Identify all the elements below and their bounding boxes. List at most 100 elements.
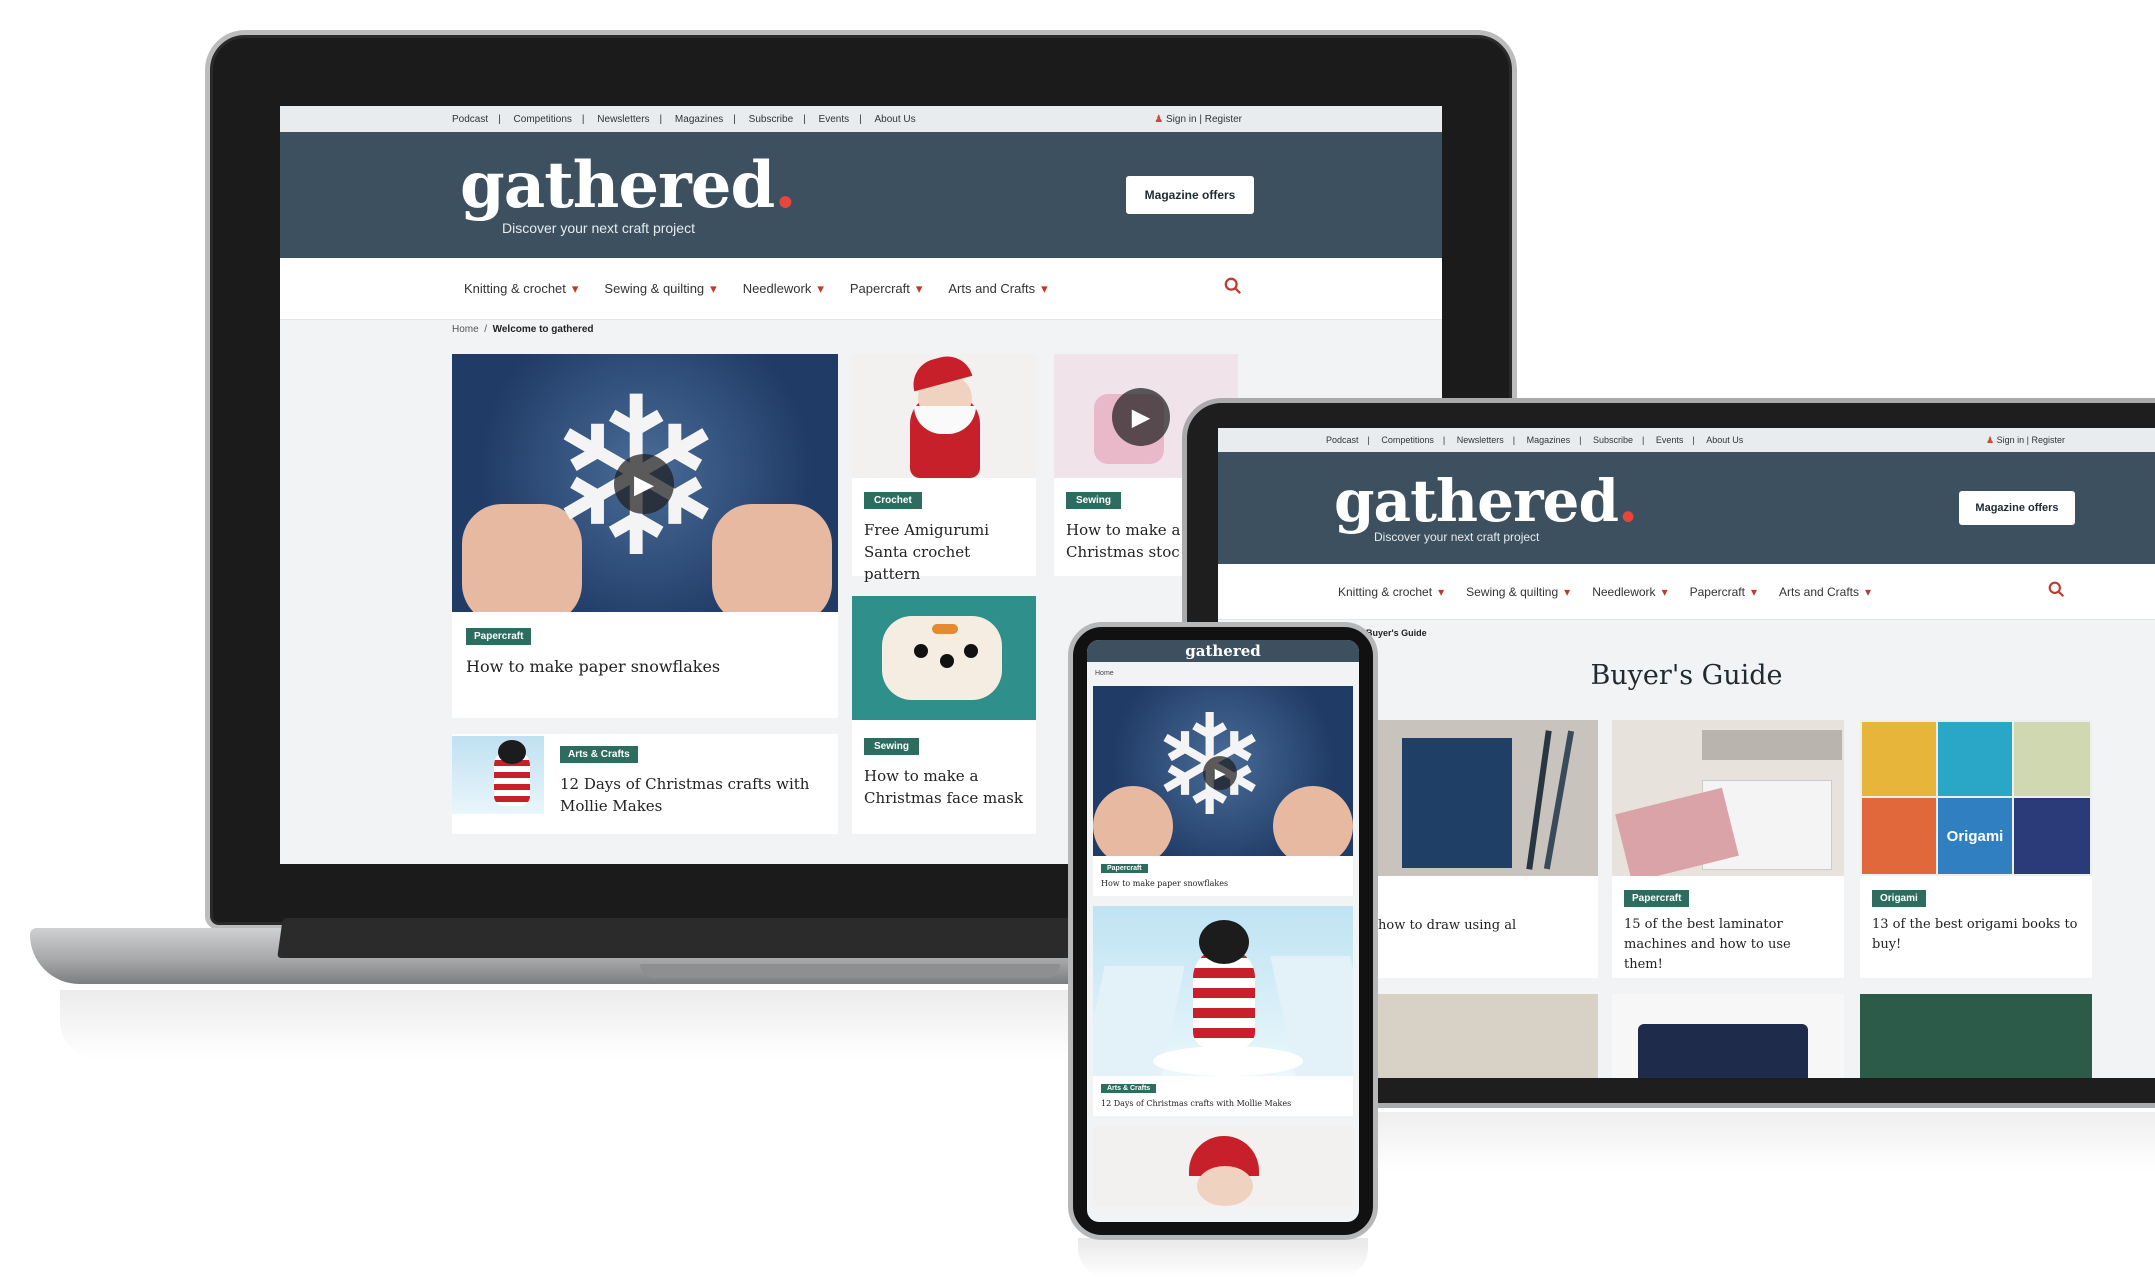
nav-papercraft[interactable]: Papercraft ▾ [1690, 585, 1757, 599]
category-tag[interactable]: Crochet [864, 492, 922, 509]
nav-knitting[interactable]: Knitting & crochet ▾ [1338, 585, 1444, 599]
card-title[interactable]: Free Amigurumi Santa crochet pattern [864, 519, 1024, 585]
nav-label: Needlework [1592, 584, 1656, 599]
card-santa-partial[interactable] [1093, 1126, 1353, 1206]
breadcrumb-current: Welcome to gathered [492, 324, 594, 335]
site-logo[interactable]: gathered. Discover your next craft proje… [460, 154, 797, 237]
category-tag[interactable]: Arts & Crafts [559, 746, 638, 763]
top-link-subscribe[interactable]: Subscribe [749, 114, 793, 125]
nav-arts-crafts[interactable]: Arts and Crafts ▾ [1779, 585, 1871, 599]
register-link[interactable]: Register [1205, 114, 1242, 125]
card-title[interactable]: 12 Days of Christmas crafts with Mollie … [1101, 1099, 1353, 1116]
card-title[interactable]: How to make paper snowflakes [466, 657, 824, 676]
nav-label: Papercraft [1689, 584, 1745, 599]
card-title[interactable]: 15 of the best laminator machines and ho… [1624, 915, 1832, 975]
card-santa[interactable]: Crochet Free Amigurumi Santa crochet pat… [852, 354, 1036, 583]
top-link-newsletters[interactable]: Newsletters [1457, 435, 1504, 445]
device-shape [1638, 1024, 1808, 1078]
nav-knitting[interactable]: Knitting & crochet ▾ [464, 281, 578, 297]
card-title[interactable]: how to draw using al [1378, 916, 1586, 936]
category-tag[interactable]: Origami [1872, 890, 1926, 907]
book-cover [2014, 798, 2090, 874]
play-icon[interactable]: ▶ [1112, 388, 1170, 446]
register-link[interactable]: Register [2031, 435, 2065, 445]
logo-text: gathered [460, 148, 775, 223]
top-link-competitions[interactable]: Competitions [514, 114, 572, 125]
card-origami-books[interactable]: Origami Origami 13 of the best origami b… [1860, 720, 2092, 978]
top-link-magazines[interactable]: Magazines [675, 114, 723, 125]
nav-label: Arts and Crafts [1778, 584, 1860, 599]
top-link-podcast[interactable]: Podcast [452, 114, 488, 125]
top-link-competitions[interactable]: Competitions [1381, 435, 1434, 445]
card-christmas-crafts[interactable]: Arts & Crafts 12 Days of Christmas craft… [1093, 906, 1353, 1116]
search-icon[interactable] [2048, 581, 2065, 603]
book-cover [1938, 722, 2012, 796]
penguin-image [452, 736, 544, 814]
penguin-image [1093, 906, 1353, 1076]
caret-down-icon: ▾ [1661, 584, 1668, 599]
top-link-events[interactable]: Events [1656, 435, 1684, 445]
breadcrumb[interactable]: Home [1087, 662, 1359, 686]
play-icon[interactable]: ▶ [1203, 756, 1237, 790]
top-link-about[interactable]: About Us [1706, 435, 1743, 445]
category-tag[interactable]: Sewing [1066, 492, 1122, 509]
breadcrumb-home[interactable]: Home [452, 324, 479, 335]
card-laminator[interactable]: Papercraft 15 of the best laminator mach… [1612, 720, 1844, 978]
nav-arts-crafts[interactable]: Arts and Crafts ▾ [948, 281, 1047, 297]
magazine-offers-button[interactable]: Magazine offers [1126, 176, 1254, 214]
top-link-newsletters[interactable]: Newsletters [597, 114, 649, 125]
nav-label: Sewing & quilting [1466, 584, 1559, 599]
play-icon[interactable]: ▶ [614, 454, 674, 514]
origami-books-image: Origami [1860, 720, 2092, 876]
top-link-magazines[interactable]: Magazines [1527, 435, 1571, 445]
hand-shape [1273, 786, 1353, 856]
card-title[interactable]: 13 of the best origami books to buy! [1872, 915, 2080, 955]
mask-button [914, 644, 928, 658]
category-tag[interactable]: Papercraft [1624, 890, 1690, 907]
feature-card[interactable]: ❄ ▶ Papercraft How to make paper snowfla… [452, 354, 838, 718]
user-icon: ♟ [1154, 113, 1167, 125]
category-tag[interactable]: Arts & Crafts [1101, 1084, 1157, 1093]
caret-down-icon: ▾ [1438, 584, 1445, 599]
santa-image [852, 354, 1036, 478]
nav-label: Sewing & quilting [604, 281, 705, 296]
nav-sewing[interactable]: Sewing & quilting ▾ [1466, 585, 1570, 599]
top-link-about[interactable]: About Us [875, 114, 916, 125]
magazine-offers-button[interactable]: Magazine offers [1959, 491, 2075, 525]
search-icon[interactable] [1224, 277, 1242, 300]
top-link-events[interactable]: Events [819, 114, 850, 125]
nav-needlework[interactable]: Needlework ▾ [743, 281, 824, 297]
card-christmas-crafts[interactable]: Arts & Crafts 12 Days of Christmas craft… [452, 734, 838, 834]
nav-needlework[interactable]: Needlework ▾ [1592, 585, 1667, 599]
sign-in-link[interactable]: Sign in [1166, 114, 1197, 125]
main-nav: Knitting & crochet ▾ Sewing & quilting ▾ N… [280, 258, 1442, 320]
card-title[interactable]: How to make a Christmas face mask [864, 765, 1024, 809]
logo-dot: . [774, 148, 796, 223]
card-title[interactable]: How to make paper snowflakes [1101, 879, 1353, 896]
card-partial[interactable] [1860, 994, 2092, 1078]
card-partial[interactable] [1612, 994, 1844, 1078]
card-partial[interactable] [1366, 994, 1598, 1078]
category-tag[interactable]: Papercraft [1101, 864, 1148, 873]
snowflake-image: ❄ ▶ [452, 354, 838, 612]
sign-in-area: ♟ Sign in | Register [1154, 113, 1242, 125]
card-drawing[interactable]: how to draw using al [1366, 720, 1598, 978]
nav-papercraft[interactable]: Papercraft ▾ [850, 281, 923, 297]
nav-label: Needlework [742, 281, 812, 296]
card-face-mask[interactable]: Sewing How to make a Christmas face mask [852, 596, 1036, 834]
card-snowflakes[interactable]: ❄ ▶ Papercraft How to make paper snowfla… [1093, 686, 1353, 896]
top-link-subscribe[interactable]: Subscribe [1593, 435, 1633, 445]
site-logo[interactable]: gathered. Discover your next craft proje… [1334, 472, 1638, 544]
card-title[interactable]: 12 Days of Christmas crafts with Mollie … [560, 773, 838, 817]
category-tag[interactable]: Sewing [864, 738, 920, 755]
site-logo[interactable]: gathered [1185, 643, 1261, 659]
user-icon: ♟ [1986, 434, 1997, 445]
nav-sewing[interactable]: Sewing & quilting ▾ [604, 281, 716, 297]
sign-in-link[interactable]: Sign in [1997, 435, 2025, 445]
caret-down-icon: ▾ [571, 280, 579, 296]
snow-base [1153, 1046, 1303, 1076]
top-link-podcast[interactable]: Podcast [1326, 435, 1359, 445]
mask-button [964, 644, 978, 658]
category-tag[interactable]: Papercraft [466, 628, 532, 645]
sign-in-area: ♟ Sign in | Register [1986, 434, 2065, 446]
